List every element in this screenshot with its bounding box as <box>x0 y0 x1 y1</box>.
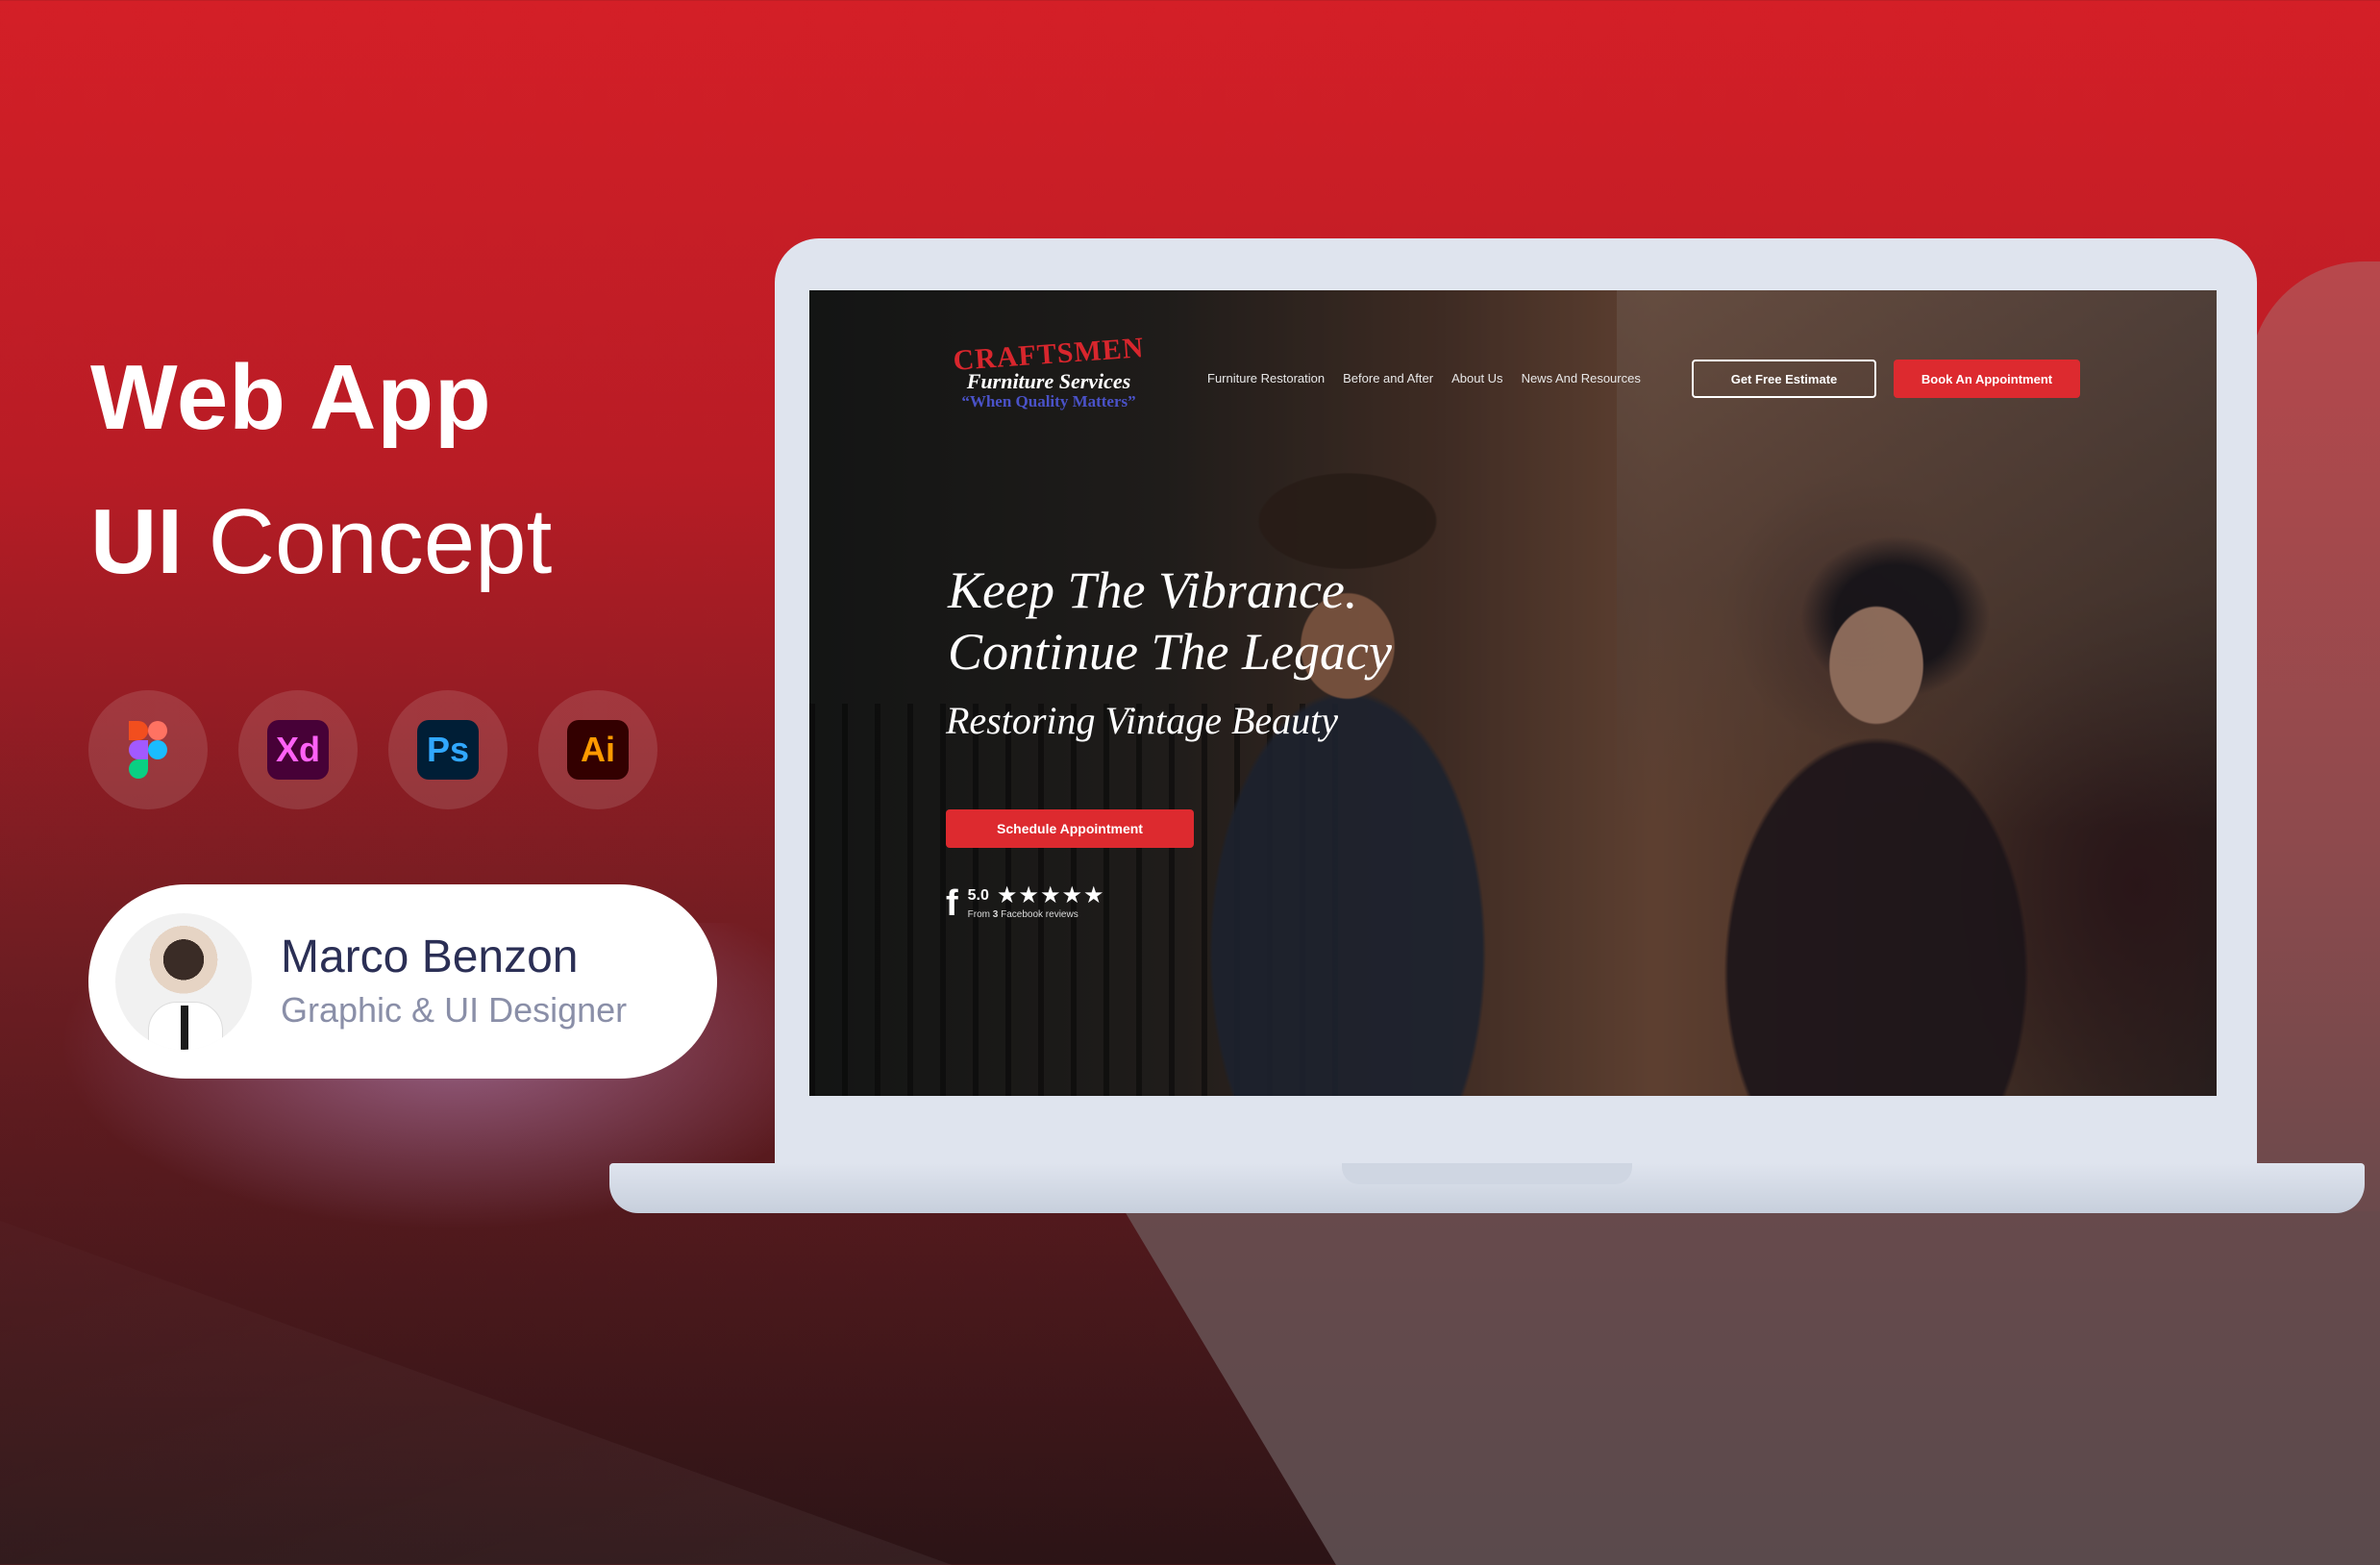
site-logo[interactable]: CRAFTSMEN Furniture Services “When Quali… <box>948 332 1150 411</box>
nav-before-and-after[interactable]: Before and After <box>1343 371 1433 385</box>
photoshop-icon: Ps <box>388 690 508 809</box>
schedule-appointment-button[interactable]: Schedule Appointment <box>946 809 1194 848</box>
tool-icons: Xd Ps Ai <box>88 690 657 809</box>
figma-logo <box>129 721 167 779</box>
website-screen: CRAFTSMEN Furniture Services “When Quali… <box>809 290 2217 1096</box>
book-appointment-button[interactable]: Book An Appointment <box>1894 360 2080 398</box>
headline-web-app: Web App <box>90 346 492 449</box>
facebook-rating[interactable]: f 5.0 ★★★★★ From 3 Facebook reviews <box>946 882 1105 924</box>
designer-name: Marco Benzon <box>281 931 579 982</box>
designer-card: Marco Benzon Graphic & UI Designer <box>88 884 717 1079</box>
get-free-estimate-button[interactable]: Get Free Estimate <box>1692 360 1876 398</box>
rating-from-prefix: From <box>967 909 993 920</box>
logo-tagline: “When Quality Matters” <box>961 392 1136 410</box>
hero-title-line1: Keep The Vibrance. <box>948 561 1358 619</box>
hero-title-line2: Continue The Legacy <box>948 623 1392 681</box>
headline-ui-concept: UI Concept <box>90 496 552 588</box>
main-nav: Furniture Restoration Before and After A… <box>1207 371 1641 385</box>
facebook-icon: f <box>946 883 958 924</box>
designer-role: Graphic & UI Designer <box>281 990 628 1031</box>
rating-score: 5.0 <box>967 887 989 904</box>
rating-from-suffix: Facebook reviews <box>998 909 1078 920</box>
adobe-xd-icon: Xd <box>238 690 358 809</box>
rating-info: 5.0 ★★★★★ From 3 Facebook reviews <box>967 882 1105 921</box>
headline-ui: UI <box>90 490 183 593</box>
photoshop-badge: Ps <box>417 720 479 780</box>
laptop-notch <box>1342 1163 1632 1184</box>
adobe-xd-badge: Xd <box>267 720 329 780</box>
avatar <box>115 913 252 1050</box>
rating-stars-icon: ★★★★★ <box>996 882 1105 908</box>
avatar-tie <box>181 1006 188 1050</box>
hero-subtitle: Restoring Vintage Beauty <box>946 699 1339 742</box>
rating-source: From 3 Facebook reviews <box>968 909 1105 920</box>
nav-furniture-restoration[interactable]: Furniture Restoration <box>1207 371 1325 385</box>
illustrator-icon: Ai <box>538 690 657 809</box>
nav-news-and-resources[interactable]: News And Resources <box>1522 371 1641 385</box>
hero-title: Keep The Vibrance. Continue The Legacy <box>948 559 1392 683</box>
nav-about-us[interactable]: About Us <box>1451 371 1502 385</box>
designer-info: Marco Benzon Graphic & UI Designer <box>281 932 627 1031</box>
figma-icon <box>88 690 208 809</box>
illustrator-badge: Ai <box>567 720 629 780</box>
background-rounded-panel <box>2249 261 2380 1223</box>
rating-row: 5.0 ★★★★★ <box>967 882 1105 908</box>
headline-concept: Concept <box>208 490 553 593</box>
